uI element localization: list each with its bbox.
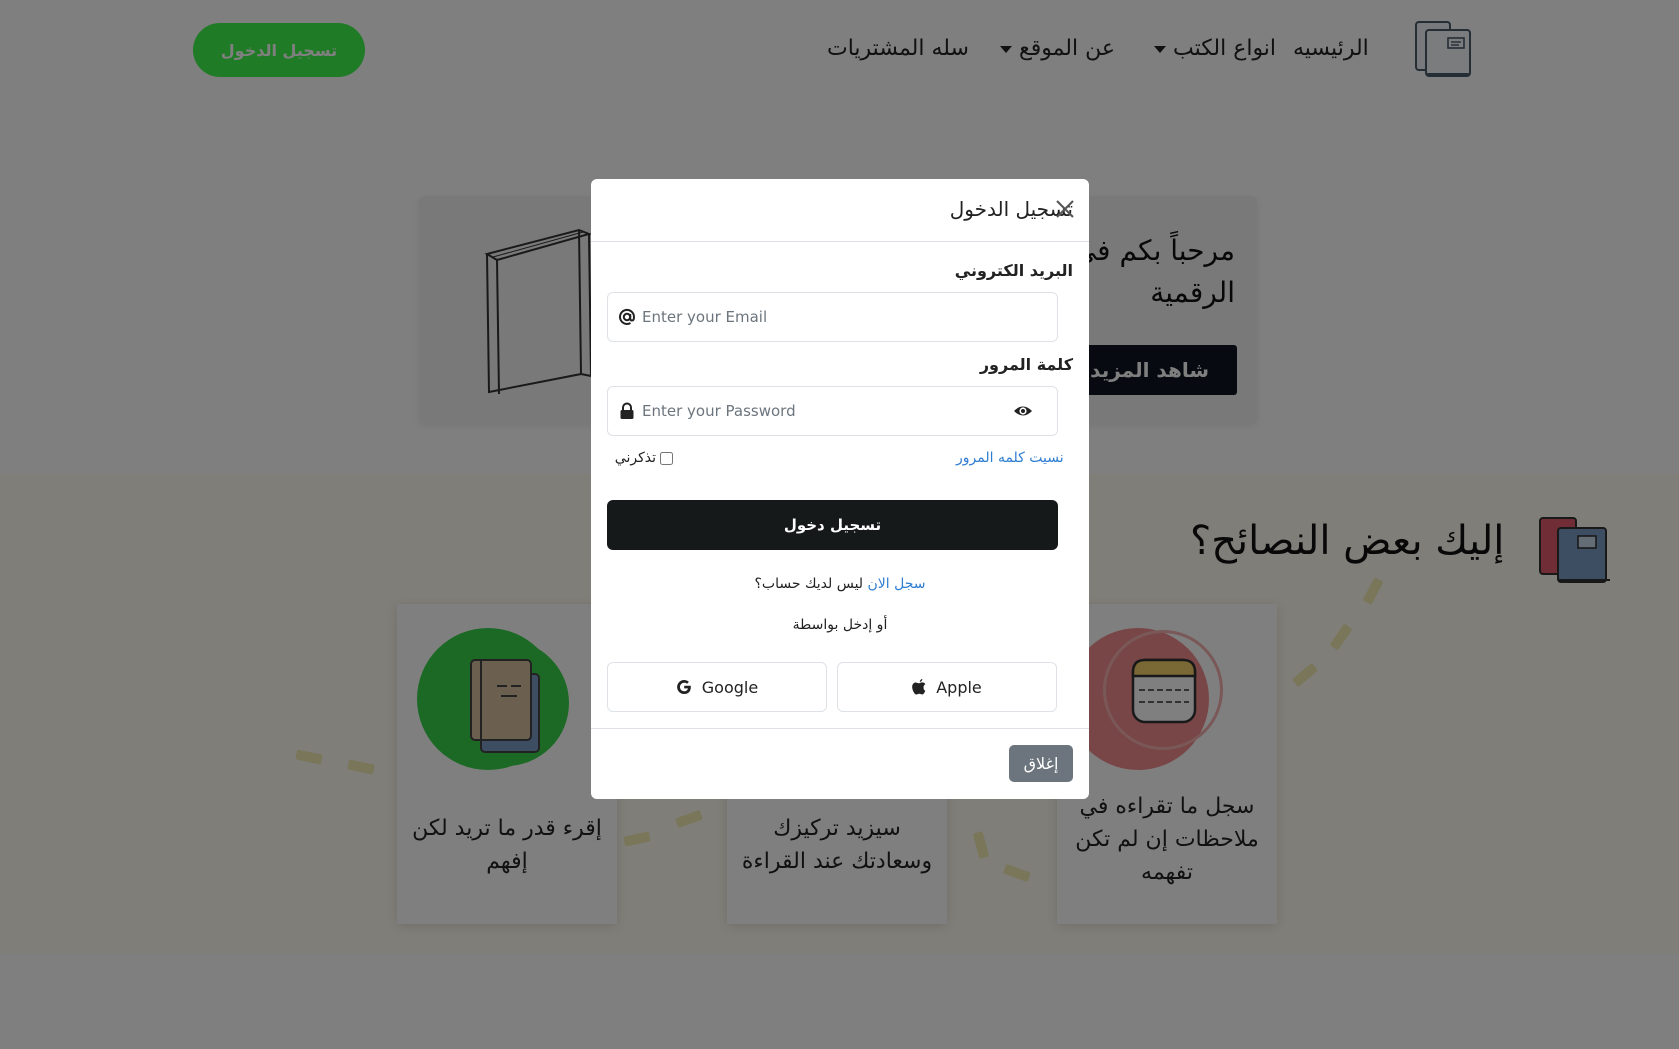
no-account-text: ليس لديك حساب؟	[754, 576, 864, 592]
email-label: البريد الكتروني	[954, 261, 1073, 280]
close-icon[interactable]	[1053, 197, 1077, 221]
login-modal: تسجيل الدخول البريد الكتروني كلمة المرور…	[591, 179, 1089, 799]
email-input[interactable]	[642, 293, 1002, 341]
register-link[interactable]: سجل الان	[868, 576, 926, 592]
or-login-with-text: أو إدخل بواسطة	[792, 617, 888, 633]
eye-icon[interactable]	[1013, 402, 1033, 420]
modal-header: تسجيل الدخول	[591, 179, 1089, 242]
forgot-password-link[interactable]: نسيت كلمه المرور	[956, 450, 1064, 466]
password-label: كلمة المرور	[979, 355, 1073, 374]
email-field-wrapper	[607, 292, 1058, 342]
at-sign-icon	[619, 308, 636, 325]
apple-button-label: Apple	[936, 677, 982, 697]
submit-login-button[interactable]: تسجيل دخول	[607, 500, 1058, 550]
lock-icon	[620, 402, 634, 419]
google-icon	[676, 680, 691, 695]
apple-icon	[912, 679, 926, 695]
google-button-label: Google	[701, 677, 759, 697]
modal-footer: إغلاق	[591, 728, 1089, 799]
apple-login-button[interactable]: Apple	[837, 662, 1057, 712]
password-field-wrapper	[607, 386, 1058, 436]
remember-label: تذكرني	[614, 450, 656, 466]
google-login-button[interactable]: Google	[607, 662, 827, 712]
close-modal-button[interactable]: إغلاق	[1009, 745, 1073, 782]
remember-me[interactable]: تذكرني	[615, 450, 673, 466]
password-input[interactable]	[642, 387, 1002, 435]
register-line: سجل الان ليس لديك حساب؟	[591, 576, 1089, 592]
remember-checkbox[interactable]	[660, 451, 673, 465]
